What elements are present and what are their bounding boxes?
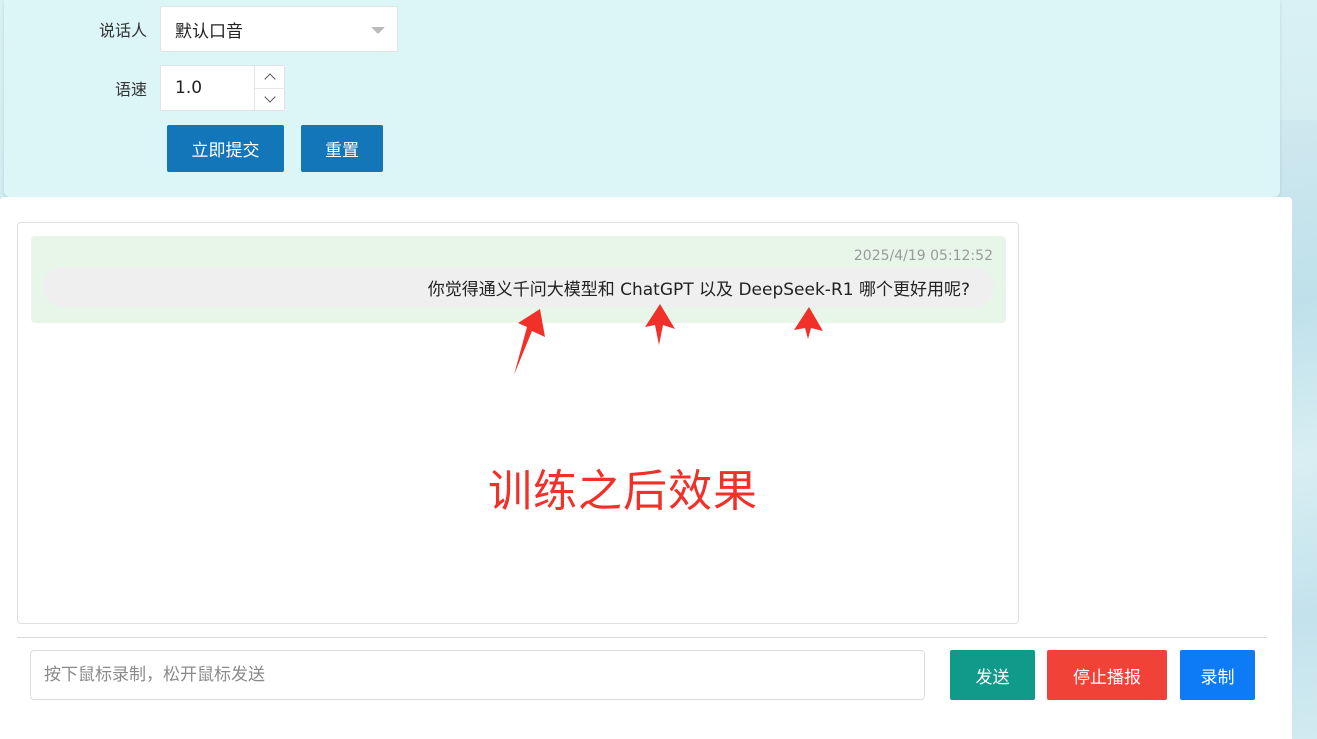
record-button[interactable]: 录制: [1180, 650, 1255, 700]
message-item: 2025/4/19 05:12:52 你觉得通义千问大模型和 ChatGPT 以…: [31, 236, 1006, 323]
stop-playback-button[interactable]: 停止播报: [1047, 650, 1167, 700]
message-timestamp: 2025/4/19 05:12:52: [853, 248, 993, 264]
message-text: 你觉得通义千问大模型和 ChatGPT 以及 DeepSeek-R1 哪个更好用…: [427, 279, 970, 300]
speed-stepper[interactable]: 1.0: [160, 65, 285, 111]
reset-button[interactable]: 重置: [301, 125, 383, 172]
settings-panel: 说话人 默认口音 语速 1.0 立即提交 重置: [4, 0, 1280, 197]
chat-card: 2025/4/19 05:12:52 你觉得通义千问大模型和 ChatGPT 以…: [0, 197, 1292, 739]
chevron-down-icon: [263, 91, 276, 103]
stepper-buttons: [254, 66, 284, 110]
annotation-text: 训练之后效果: [488, 466, 758, 517]
speed-label: 语速: [114, 80, 147, 99]
decrement-button[interactable]: [255, 87, 284, 111]
submit-button[interactable]: 立即提交: [167, 125, 284, 172]
message-input[interactable]: [30, 650, 925, 700]
chevron-up-icon: [263, 73, 276, 85]
speaker-select-value: 默认口音: [175, 21, 243, 42]
chat-history[interactable]: 2025/4/19 05:12:52 你觉得通义千问大模型和 ChatGPT 以…: [17, 222, 1019, 624]
speed-value[interactable]: 1.0: [175, 78, 202, 98]
speed-row: 语速 1.0: [4, 65, 285, 111]
send-button[interactable]: 发送: [950, 650, 1035, 700]
speaker-row: 说话人 默认口音: [4, 6, 398, 52]
speaker-label: 说话人: [98, 21, 147, 40]
divider: [17, 637, 1267, 638]
message-bubble: 你觉得通义千问大模型和 ChatGPT 以及 DeepSeek-R1 哪个更好用…: [43, 267, 994, 307]
increment-button[interactable]: [255, 66, 284, 88]
speaker-select[interactable]: 默认口音: [160, 6, 398, 52]
caret-down-icon: [371, 27, 385, 34]
